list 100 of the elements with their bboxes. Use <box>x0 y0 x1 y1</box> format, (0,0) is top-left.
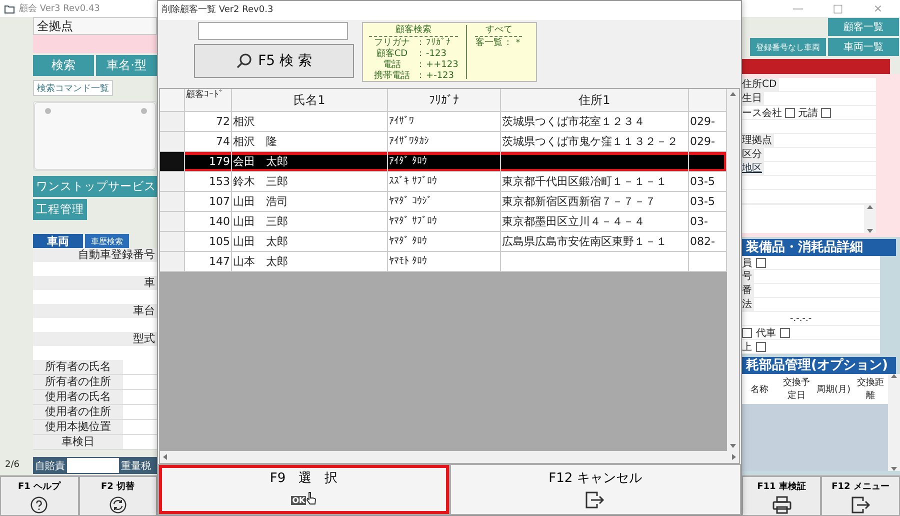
input-field[interactable] <box>123 360 157 374</box>
field-label: 住所CD <box>742 78 779 91</box>
field-label: 使用本拠位置 <box>33 420 123 434</box>
checkbox-label: 員 <box>742 256 752 270</box>
function-key-button[interactable]: F12 メニュー <box>821 476 900 516</box>
table-row[interactable]: 107 山田 浩司 ﾔﾏﾀﾞ ｺｳｼﾞ 東京都新宿区西新宿７－７－７ 03-5 <box>160 192 727 212</box>
field-label: 使用者の氏名 <box>33 390 123 404</box>
table-row[interactable]: 105 山田 太郎 ﾔﾏﾀﾞ ﾀﾛｳ 広島県広島市安佐南区東野１－１ 082- <box>160 232 727 252</box>
input-field[interactable] <box>33 290 157 304</box>
function-key-button[interactable]: F1 ヘルプ <box>0 476 78 516</box>
input-field[interactable] <box>33 346 157 360</box>
help-value: -123 <box>426 49 446 60</box>
separator: : <box>419 60 422 71</box>
dialog-button[interactable]: F9 選 択 OK <box>158 464 450 515</box>
field-label: 使用者の住所 <box>33 405 123 419</box>
input-field[interactable] <box>742 190 876 204</box>
dialog-title: 削除顧客一覧 Ver2 Rev0.3 <box>158 1 741 20</box>
dialog-button[interactable]: F12 キャンセル <box>450 464 741 515</box>
folder-icon <box>4 4 15 14</box>
help-label: 客一覧 <box>475 38 502 49</box>
table-row[interactable]: 147 山本 太郎 ﾔﾏﾓﾄ ﾀﾛｳ <box>160 252 727 272</box>
field-label: 車 <box>33 276 157 290</box>
checkbox-label: ース会社 <box>742 106 782 120</box>
input-field[interactable] <box>33 262 157 276</box>
checkbox[interactable] <box>785 108 795 118</box>
field-label: 番 <box>742 284 754 297</box>
field-label: 自賠責 <box>35 460 65 472</box>
checkbox[interactable] <box>742 328 752 338</box>
field-label: 自動車登録番号 <box>33 248 157 262</box>
checkbox-label: 上 <box>742 340 752 354</box>
table-cell: 山本 太郎 <box>232 252 388 272</box>
help-label: 顧客CD <box>375 49 409 60</box>
field-label: 重量税 <box>121 460 151 472</box>
field-label: 号 <box>742 270 754 283</box>
input-field[interactable] <box>67 458 119 473</box>
scrollbar[interactable] <box>888 374 900 471</box>
help-label: フリガナ <box>373 38 411 48</box>
column-header: 名称 <box>750 384 770 396</box>
input-field[interactable] <box>742 120 876 134</box>
table-row[interactable]: 153 鈴木 三郎 ｽｽﾞｷ ｻﾌﾞﾛｳ 東京都千代田区鍛冶町１－１－１ 03-5 <box>160 172 727 192</box>
input-field[interactable] <box>123 390 157 404</box>
exit-icon <box>585 491 606 509</box>
scrollbar[interactable] <box>864 205 876 233</box>
search-field[interactable] <box>198 22 348 40</box>
checkbox-label: 代車 <box>756 326 776 340</box>
input-field[interactable] <box>742 176 876 190</box>
input-field[interactable] <box>123 405 157 419</box>
column-header: 交換距離 <box>856 376 885 402</box>
field-label: 所有者の住所 <box>33 375 123 389</box>
input-field[interactable] <box>33 318 157 332</box>
table-row[interactable]: 179 会田 太郎 ｱｲﾀﾞ ﾀﾛｳ <box>160 152 727 172</box>
field-label: 車検日 <box>33 435 123 449</box>
input-field[interactable] <box>123 420 157 434</box>
section-header: 装備品・消耗品詳細 <box>742 239 896 256</box>
location-field[interactable]: 全拠点 <box>33 17 157 35</box>
field-label: 車台 <box>33 304 157 318</box>
help-value: ﾌﾘｶﾞﾅ <box>426 38 452 49</box>
table-row[interactable]: 72 相沢 ｱｲｻﾞﾜ 茨城県つくば市花室１２３４ 029- <box>160 112 727 132</box>
window-title: 顧会 Ver3 Rev0.43 <box>19 2 100 15</box>
separator: : <box>419 38 422 49</box>
help-value: ＊ <box>513 38 522 49</box>
table-row[interactable]: 140 山田 三郎 ﾔﾏﾀﾞ ｻﾌﾞﾛｳ 東京都墨田区立川４－４－４ 03- <box>160 212 727 232</box>
table-cell: 147 <box>185 252 232 272</box>
scrollbar[interactable] <box>727 89 739 451</box>
function-key-button[interactable]: F11 車検証 <box>742 476 821 516</box>
input-field[interactable] <box>123 435 157 449</box>
field-label: 生日 <box>742 92 764 105</box>
checkbox[interactable] <box>821 108 831 118</box>
field-label: 区分 <box>742 148 764 161</box>
field-label: 理拠点 <box>742 134 774 147</box>
help-value: +-123 <box>426 71 454 82</box>
scrollbar[interactable] <box>160 451 739 463</box>
column-header: 周期(月) <box>816 384 851 396</box>
search-button[interactable]: F5 検 索 <box>194 44 354 78</box>
function-key-button[interactable]: F2 切替 <box>78 476 157 516</box>
printer-icon <box>772 496 792 514</box>
table-cell: ﾔﾏﾓﾄ ﾀﾛｳ <box>388 252 501 272</box>
help-label: 携帯電話 <box>373 71 411 82</box>
input-field[interactable] <box>123 375 157 389</box>
help-label: 電話 <box>382 60 402 70</box>
checkbox[interactable] <box>780 328 790 338</box>
table-row[interactable]: 74 相沢 隆 ｱｲｻﾞﾜﾀｶｼ 茨城県つくば市鬼ケ窪１１３２－２ 029- <box>160 132 727 152</box>
field-label: 型式 <box>33 332 157 346</box>
command-list-button[interactable]: 検索コマンド一覧 <box>33 80 113 96</box>
memo-field[interactable] <box>742 204 876 233</box>
separator: : <box>506 38 510 49</box>
field-label: 法 <box>742 298 754 311</box>
field-label: 所有者の氏名 <box>33 360 123 374</box>
separator: : <box>419 49 422 60</box>
vehicle-tab[interactable]: 車両 <box>33 234 83 248</box>
checkbox-label: 元請 <box>798 106 818 120</box>
date-field: -.-.-.- <box>790 314 812 324</box>
history-search-button[interactable]: 車歴検索 <box>85 234 129 248</box>
checkbox[interactable] <box>756 342 766 352</box>
exit-icon <box>850 496 870 514</box>
section-header: 耗部品管理(オプション) <box>742 357 896 374</box>
help-heading: すべて <box>475 25 522 37</box>
link[interactable]: 地区 <box>742 162 764 175</box>
help-value: ++123 <box>426 60 458 71</box>
checkbox[interactable] <box>756 258 766 268</box>
